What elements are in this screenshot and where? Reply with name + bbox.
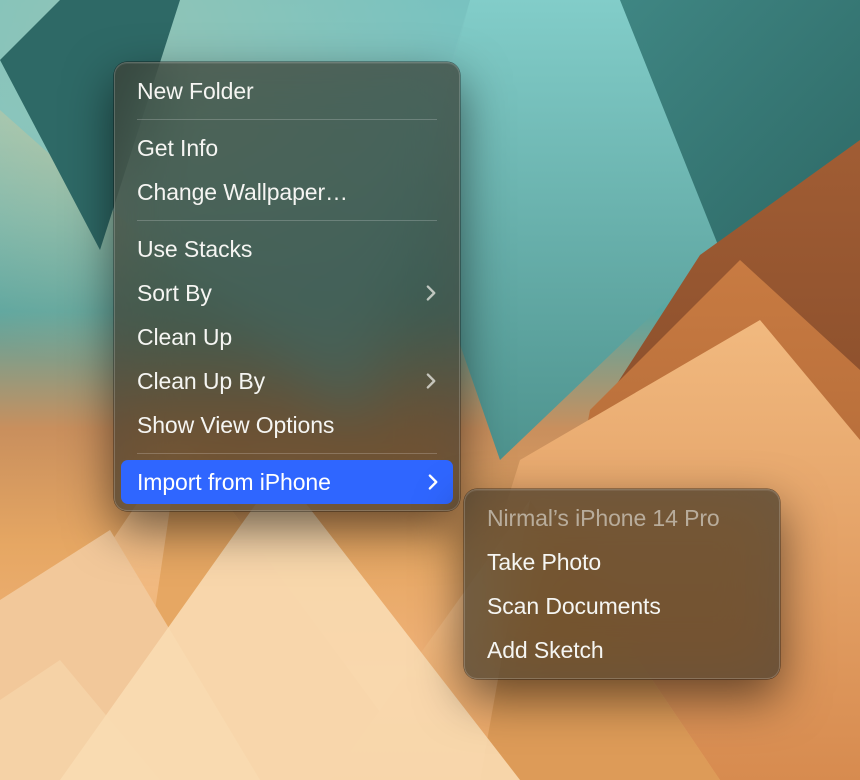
menu-item-label: Clean Up: [137, 324, 437, 351]
menu-item-use-stacks[interactable]: Use Stacks: [115, 227, 459, 271]
menu-item-clean-up[interactable]: Clean Up: [115, 315, 459, 359]
submenu-header-label: Nirmal’s iPhone 14 Pro: [487, 505, 757, 532]
menu-item-label: Clean Up By: [137, 368, 414, 395]
chevron-right-icon: [428, 473, 439, 491]
context-submenu: Nirmal’s iPhone 14 Pro Take Photo Scan D…: [464, 489, 780, 679]
menu-item-label: Sort By: [137, 280, 414, 307]
menu-item-label: Change Wallpaper…: [137, 179, 437, 206]
submenu-item-add-sketch[interactable]: Add Sketch: [465, 628, 779, 672]
chevron-right-icon: [426, 284, 437, 302]
menu-item-label: Add Sketch: [487, 637, 757, 664]
menu-item-label: Take Photo: [487, 549, 757, 576]
chevron-right-icon: [426, 372, 437, 390]
menu-separator: [137, 453, 437, 454]
submenu-item-take-photo[interactable]: Take Photo: [465, 540, 779, 584]
menu-item-change-wallpaper[interactable]: Change Wallpaper…: [115, 170, 459, 214]
context-menu: New Folder Get Info Change Wallpaper… Us…: [114, 62, 460, 511]
submenu-item-scan-documents[interactable]: Scan Documents: [465, 584, 779, 628]
menu-item-label: Scan Documents: [487, 593, 757, 620]
menu-item-label: Use Stacks: [137, 236, 437, 263]
menu-item-sort-by[interactable]: Sort By: [115, 271, 459, 315]
menu-item-show-view-options[interactable]: Show View Options: [115, 403, 459, 447]
menu-item-import-from-iphone[interactable]: Import from iPhone: [121, 460, 453, 504]
menu-separator: [137, 220, 437, 221]
menu-item-label: Import from iPhone: [137, 469, 416, 496]
menu-separator: [137, 119, 437, 120]
menu-item-label: New Folder: [137, 78, 437, 105]
submenu-header: Nirmal’s iPhone 14 Pro: [465, 496, 779, 540]
menu-item-label: Show View Options: [137, 412, 437, 439]
menu-item-label: Get Info: [137, 135, 437, 162]
menu-item-new-folder[interactable]: New Folder: [115, 69, 459, 113]
menu-item-clean-up-by[interactable]: Clean Up By: [115, 359, 459, 403]
menu-item-get-info[interactable]: Get Info: [115, 126, 459, 170]
